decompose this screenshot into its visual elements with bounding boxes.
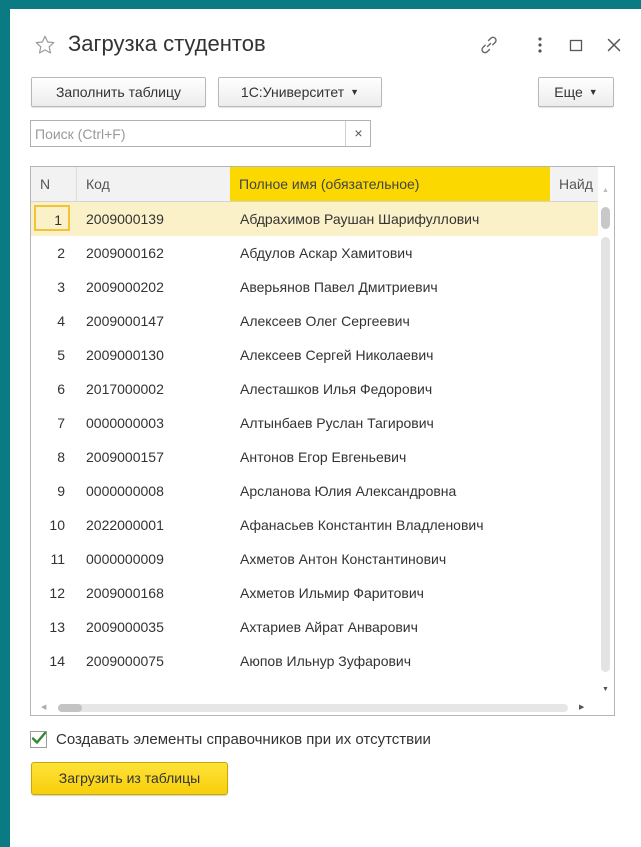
create-missing-label: Создавать элементы справочников при их о… [56, 731, 431, 748]
table-row[interactable]: 6 2017000002 Алесташков Илья Федорович [31, 372, 598, 406]
close-icon[interactable] [604, 35, 624, 55]
row-number[interactable]: 1 [34, 205, 70, 231]
load-from-table-button[interactable]: Загрузить из таблицы [31, 762, 228, 795]
vertical-scrollbar[interactable]: ▲ ▼ [598, 167, 614, 697]
row-code[interactable]: 2009000075 [86, 644, 226, 678]
row-full-name[interactable]: Абдулов Аскар Хамитович [240, 236, 550, 270]
star-icon[interactable] [34, 34, 56, 56]
row-number[interactable]: 13 [31, 610, 65, 644]
row-code[interactable]: 0000000008 [86, 474, 226, 508]
row-full-name[interactable]: Алесташков Илья Федорович [240, 372, 550, 406]
row-number[interactable]: 9 [31, 474, 65, 508]
row-full-name[interactable]: Алексеев Олег Сергеевич [240, 304, 550, 338]
maximize-icon[interactable] [566, 35, 586, 55]
row-number[interactable]: 6 [31, 372, 65, 406]
row-code[interactable]: 2009000035 [86, 610, 226, 644]
search-input[interactable] [31, 121, 351, 146]
create-missing-checkbox[interactable] [30, 731, 47, 748]
table-header: N Код Полное имя (обязательное) Найд [31, 167, 598, 202]
more-vertical-icon[interactable] [530, 35, 550, 55]
title-bar: Загрузка студентов [10, 9, 641, 71]
university-dropdown-button[interactable]: 1С:Университет ▼ [218, 77, 382, 107]
table-row[interactable]: 7 0000000003 Алтынбаев Руслан Тагирович [31, 406, 598, 440]
row-number[interactable]: 7 [31, 406, 65, 440]
checkmark-icon [31, 731, 47, 744]
column-header-n[interactable]: N [31, 167, 77, 201]
table-row[interactable]: 10 2022000001 Афанасьев Константин Владлен… [31, 508, 598, 542]
row-full-name[interactable]: Алексеев Сергей Николаевич [240, 338, 550, 372]
more-dropdown-button[interactable]: Еще ▼ [538, 77, 614, 107]
row-code[interactable]: 2009000147 [86, 304, 226, 338]
table-row[interactable]: 2 2009000162 Абдулов Аскар Хамитович [31, 236, 598, 270]
scroll-right-arrow-icon[interactable]: ▶ [579, 703, 584, 711]
table-row[interactable]: 1 2009000139 Абдрахимов Раушан Шарифуллови… [31, 202, 598, 236]
scroll-down-arrow-icon[interactable]: ▼ [602, 686, 609, 693]
vertical-scroll-thumb[interactable] [601, 207, 610, 229]
column-header-found[interactable]: Найд [550, 167, 598, 201]
row-number[interactable]: 8 [31, 440, 65, 474]
row-full-name[interactable]: Ахтариев Айрат Анварович [240, 610, 550, 644]
more-button-label: Еще [554, 84, 583, 100]
table-row[interactable]: 13 2009000035 Ахтариев Айрат Анварович [31, 610, 598, 644]
row-full-name[interactable]: Аверьянов Павел Дмитриевич [240, 270, 550, 304]
row-code[interactable]: 2009000202 [86, 270, 226, 304]
row-full-name[interactable]: Ахметов Антон Константинович [240, 542, 550, 576]
row-number[interactable]: 2 [31, 236, 65, 270]
row-code[interactable]: 2009000157 [86, 440, 226, 474]
horizontal-scroll-thumb[interactable] [58, 704, 82, 712]
row-number[interactable]: 14 [31, 644, 65, 678]
row-code[interactable]: 0000000003 [86, 406, 226, 440]
row-code[interactable]: 2009000139 [86, 202, 226, 236]
row-number[interactable]: 5 [31, 338, 65, 372]
window-title: Загрузка студентов [68, 31, 266, 56]
table-row[interactable]: 14 2009000075 Аюпов Ильнур Зуфарович [31, 644, 598, 678]
row-full-name[interactable]: Аюпов Ильнур Зуфарович [240, 644, 550, 678]
table-row[interactable]: 4 2009000147 Алексеев Олег Сергеевич [31, 304, 598, 338]
table-row[interactable]: 8 2009000157 Антонов Егор Евгеньевич [31, 440, 598, 474]
row-code[interactable]: 0000000009 [86, 542, 226, 576]
table-row[interactable]: 3 2009000202 Аверьянов Павел Дмитриевич [31, 270, 598, 304]
row-full-name[interactable]: Арсланова Юлия Александровна [240, 474, 550, 508]
row-code[interactable]: 2009000130 [86, 338, 226, 372]
vertical-scroll-track[interactable] [601, 237, 610, 672]
fill-table-button[interactable]: Заполнить таблицу [31, 77, 206, 107]
link-icon[interactable] [479, 35, 499, 55]
row-full-name[interactable]: Ахметов Ильмир Фаритович [240, 576, 550, 610]
row-code[interactable]: 2009000168 [86, 576, 226, 610]
scroll-up-arrow-icon[interactable]: ▲ [602, 187, 609, 194]
university-button-label: 1С:Университет [240, 84, 345, 100]
table-row[interactable]: 11 0000000009 Ахметов Антон Константинович [31, 542, 598, 576]
row-number[interactable]: 12 [31, 576, 65, 610]
students-table: N Код Полное имя (обязательное) Найд 1 20… [30, 166, 615, 716]
student-import-window: Загрузка студентов Заполнить таблицу 1С:… [10, 9, 641, 847]
horizontal-scroll-track[interactable] [58, 704, 568, 712]
row-number[interactable]: 4 [31, 304, 65, 338]
row-code[interactable]: 2017000002 [86, 372, 226, 406]
horizontal-scrollbar[interactable]: ◀ ▶ [31, 701, 614, 715]
row-full-name[interactable]: Алтынбаев Руслан Тагирович [240, 406, 550, 440]
table-row[interactable]: 9 0000000008 Арсланова Юлия Александровна [31, 474, 598, 508]
row-code[interactable]: 2022000001 [86, 508, 226, 542]
row-number[interactable]: 3 [31, 270, 65, 304]
column-header-full-name[interactable]: Полное имя (обязательное) [230, 167, 550, 201]
row-number[interactable]: 11 [31, 542, 65, 576]
table-row[interactable]: 12 2009000168 Ахметов Ильмир Фаритович [31, 576, 598, 610]
chevron-down-icon: ▼ [588, 87, 598, 97]
row-full-name[interactable]: Афанасьев Константин Владленович [240, 508, 550, 542]
row-full-name[interactable]: Абдрахимов Раушан Шарифуллович [240, 202, 550, 236]
row-code[interactable]: 2009000162 [86, 236, 226, 270]
search-box: × [30, 120, 371, 147]
column-header-code[interactable]: Код [77, 167, 230, 201]
table-row[interactable]: 5 2009000130 Алексеев Сергей Николаевич [31, 338, 598, 372]
clear-search-button[interactable]: × [345, 121, 371, 146]
chevron-down-icon: ▼ [350, 87, 360, 97]
row-number[interactable]: 10 [31, 508, 65, 542]
row-full-name[interactable]: Антонов Егор Евгеньевич [240, 440, 550, 474]
scroll-left-arrow-icon[interactable]: ◀ [41, 703, 46, 711]
